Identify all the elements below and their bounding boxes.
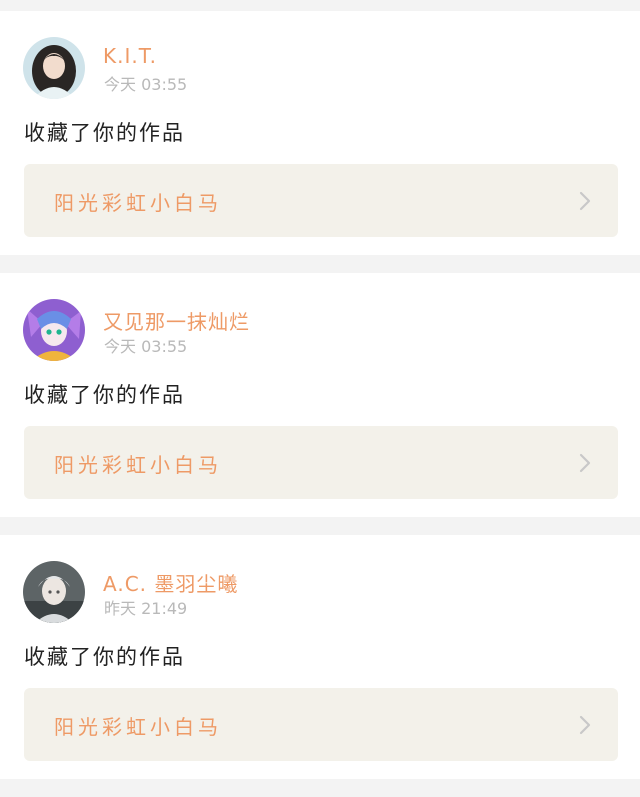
work-link[interactable]: 阳光彩虹小白马 bbox=[24, 426, 618, 499]
work-title: 阳光彩虹小白马 bbox=[54, 715, 222, 739]
notification-card: A.C. 墨羽尘曦 昨天 21:49 收藏了你的作品 阳光彩虹小白马 bbox=[0, 535, 640, 779]
avatar-girl-icon[interactable] bbox=[23, 37, 85, 99]
notification-card: 又见那一抹灿烂 今天 03:55 收藏了你的作品 阳光彩虹小白马 bbox=[0, 273, 640, 517]
user-name[interactable]: K.I.T. bbox=[103, 44, 157, 68]
notification-list: K.I.T. 今天 03:55 收藏了你的作品 阳光彩虹小白马 又见那一抹灿烂 bbox=[0, 0, 640, 797]
timestamp: 今天 03:55 bbox=[104, 75, 188, 94]
work-title: 阳光彩虹小白马 bbox=[54, 191, 222, 215]
avatar-anime-icon[interactable] bbox=[23, 299, 85, 361]
notification-card: K.I.T. 今天 03:55 收藏了你的作品 阳光彩虹小白马 bbox=[0, 11, 640, 255]
work-link[interactable]: 阳光彩虹小白马 bbox=[24, 164, 618, 237]
action-text: 收藏了你的作品 bbox=[24, 645, 185, 669]
user-name[interactable]: 又见那一抹灿烂 bbox=[103, 306, 250, 335]
chevron-right-icon bbox=[579, 715, 591, 735]
chevron-right-icon bbox=[579, 191, 591, 211]
action-text: 收藏了你的作品 bbox=[24, 383, 185, 407]
work-title: 阳光彩虹小白马 bbox=[54, 453, 222, 477]
chevron-right-icon bbox=[579, 453, 591, 473]
user-name[interactable]: A.C. 墨羽尘曦 bbox=[103, 568, 238, 597]
action-text: 收藏了你的作品 bbox=[24, 121, 185, 145]
timestamp: 昨天 21:49 bbox=[104, 599, 188, 618]
timestamp: 今天 03:55 bbox=[104, 337, 188, 356]
avatar-silver-hair-icon[interactable] bbox=[23, 561, 85, 623]
work-link[interactable]: 阳光彩虹小白马 bbox=[24, 688, 618, 761]
